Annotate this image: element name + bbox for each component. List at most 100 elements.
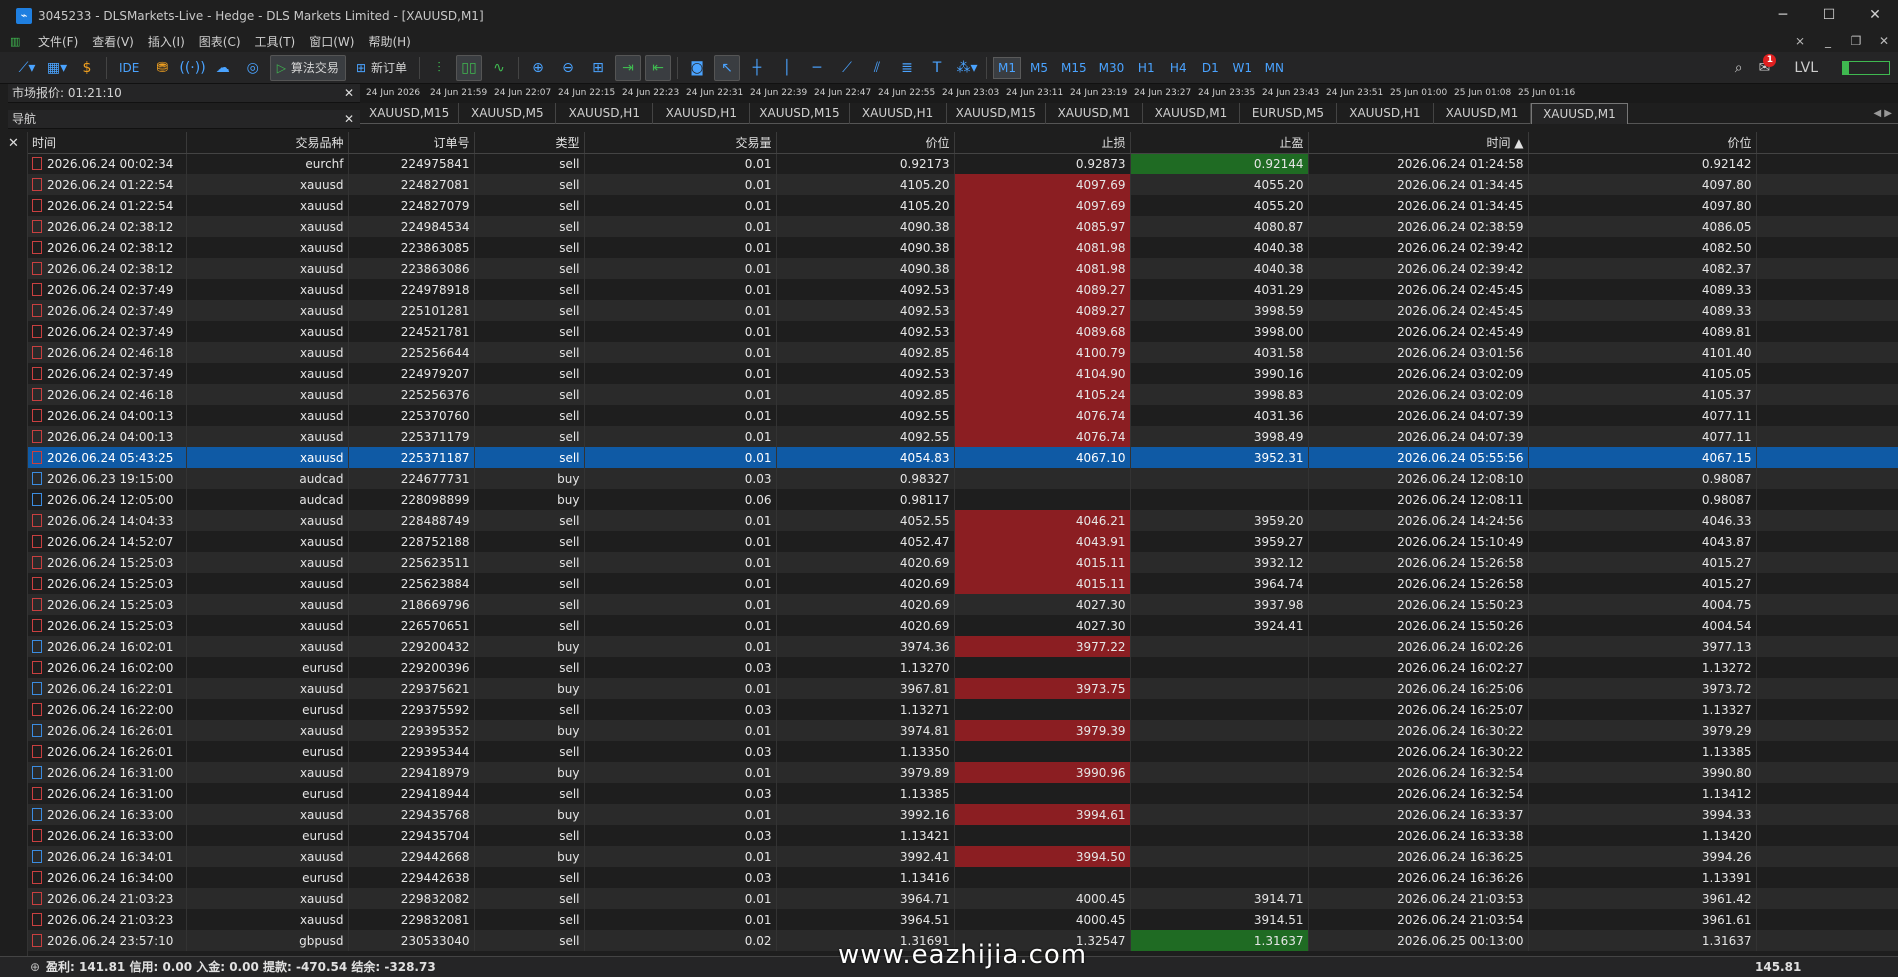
chart-tab[interactable]: XAUUSD,M1	[1046, 103, 1143, 124]
chart-tab[interactable]: EURUSD,M5	[1240, 103, 1337, 124]
chart-tab[interactable]: XAUUSD,M1	[1530, 103, 1628, 124]
chart-tab[interactable]: XAUUSD,M1	[1434, 103, 1531, 124]
chart-tab[interactable]: XAUUSD,M15	[750, 103, 850, 124]
timeframe-w1[interactable]: W1	[1228, 57, 1256, 79]
table-row[interactable]: 2026.06.24 12:05:00 audcad 228098899 buy 0.0…	[28, 489, 1898, 510]
bar-chart-icon[interactable]: ⫶	[426, 55, 452, 81]
table-row[interactable]: 2026.06.24 14:04:33 xauusd 228488749 sell 0.…	[28, 510, 1898, 531]
timeframe-h1[interactable]: H1	[1132, 57, 1160, 79]
shapes-icon[interactable]: ⁂▾	[954, 55, 980, 81]
search-icon[interactable]: ⌕	[1735, 60, 1743, 76]
pin-icon[interactable]: ⨯	[1786, 31, 1814, 52]
table-row[interactable]: 2026.06.24 02:37:49 xauusd 224979207 sell 0.…	[28, 363, 1898, 384]
col-close-time[interactable]: 时间 ▲	[1308, 132, 1529, 154]
table-row[interactable]: 2026.06.24 02:37:49 xauusd 225101281 sell 0.…	[28, 300, 1898, 321]
line-graph-icon[interactable]: ∿	[486, 55, 512, 81]
table-row[interactable]: 2026.06.24 02:38:12 xauusd 223863085 sell 0.…	[28, 237, 1898, 258]
col-open-time[interactable]: 时间	[28, 132, 187, 154]
text-tool-icon[interactable]: T	[924, 55, 950, 81]
maximize-button[interactable]: ☐	[1806, 0, 1852, 31]
table-row[interactable]: 2026.06.24 16:33:00 xauusd 229435768 buy 0.0…	[28, 804, 1898, 825]
table-row[interactable]: 2026.06.24 02:38:12 xauusd 223863086 sell 0.…	[28, 258, 1898, 279]
vps-icon[interactable]: ◎	[240, 55, 266, 81]
col-stop-loss[interactable]: 止损	[954, 132, 1131, 154]
cloud-icon[interactable]: ☁	[210, 55, 236, 81]
notifications-icon[interactable]: ✉ 1	[1759, 54, 1777, 76]
chart-tab[interactable]: XAUUSD,H1	[850, 103, 947, 124]
chart-tab[interactable]: XAUUSD,M5	[459, 103, 557, 124]
mdi-restore-button[interactable]: ❐	[1842, 31, 1870, 52]
line-chart-icon[interactable]: ⟋▾	[14, 55, 40, 81]
table-row[interactable]: 2026.06.24 16:31:00 xauusd 229418979 buy 0.0…	[28, 762, 1898, 783]
table-row[interactable]: 2026.06.24 16:22:01 xauusd 229375621 buy 0.0…	[28, 678, 1898, 699]
table-row[interactable]: 2026.06.24 02:38:12 xauusd 224984534 sell 0.…	[28, 216, 1898, 237]
table-row[interactable]: 2026.06.24 04:00:13 xauusd 225370760 sell 0.…	[28, 405, 1898, 426]
algo-trading-button[interactable]: ▷ 算法交易	[269, 54, 346, 81]
timeframe-mn[interactable]: MN	[1260, 57, 1288, 79]
candle-chart-icon[interactable]: ▯▯	[456, 54, 483, 81]
close-market-watch-icon[interactable]: ✕	[344, 84, 354, 103]
table-row[interactable]: 2026.06.24 02:37:49 xauusd 224978918 sell 0.…	[28, 279, 1898, 300]
chart-tab[interactable]: XAUUSD,M15	[360, 103, 460, 124]
timeframe-m15[interactable]: M15	[1057, 57, 1091, 79]
table-row[interactable]: 2026.06.24 16:34:01 xauusd 229442668 buy 0.0…	[28, 846, 1898, 867]
timeframe-m30[interactable]: M30	[1095, 57, 1129, 79]
chart-tab[interactable]: XAUUSD,M15	[947, 103, 1046, 124]
timeframe-m1[interactable]: M1	[993, 56, 1022, 79]
table-row[interactable]: 2026.06.24 01:22:54 xauusd 224827081 sell 0.…	[28, 174, 1898, 195]
chart-tab[interactable]: XAUUSD,H1	[1337, 103, 1434, 124]
table-row[interactable]: 2026.06.24 04:00:13 xauusd 225371179 sell 0.…	[28, 426, 1898, 447]
table-row[interactable]: 2026.06.24 16:22:00 eurusd 229375592 sell 0.…	[28, 699, 1898, 720]
table-row[interactable]: 2026.06.24 16:02:01 xauusd 229200432 buy 0.0…	[28, 636, 1898, 657]
table-row[interactable]: 2026.06.24 21:03:23 xauusd 229832081 sell 0.…	[28, 909, 1898, 930]
trendline-icon[interactable]: ⟋	[834, 55, 860, 81]
menu-tools[interactable]: 工具(T)	[255, 33, 296, 50]
menu-file[interactable]: 文件(F)	[38, 33, 78, 50]
timeframe-m5[interactable]: M5	[1025, 57, 1053, 79]
table-row[interactable]: 2026.06.24 15:25:03 xauusd 225623884 sell 0.…	[28, 573, 1898, 594]
table-row[interactable]: 2026.06.24 21:03:23 xauusd 229832082 sell 0.…	[28, 888, 1898, 909]
zoom-in-icon[interactable]: ⊕	[525, 55, 551, 81]
table-row[interactable]: 2026.06.24 16:31:00 eurusd 229418944 sell 0.…	[28, 783, 1898, 804]
vertical-line-icon[interactable]: │	[774, 55, 800, 81]
table-row[interactable]: 2026.06.24 02:37:49 xauusd 224521781 sell 0.…	[28, 321, 1898, 342]
chart-shift-icon[interactable]: ⇤	[645, 54, 672, 81]
expand-icon[interactable]: ⊕	[30, 957, 40, 977]
table-row[interactable]: 2026.06.24 01:22:54 xauusd 224827079 sell 0.…	[28, 195, 1898, 216]
table-row[interactable]: 2026.06.24 00:02:34 eurchf 224975841 sell 0.…	[28, 153, 1898, 174]
ide-button[interactable]: IDE	[113, 55, 145, 81]
navigator-header[interactable]: 导航 ✕	[8, 110, 360, 129]
table-row[interactable]: 2026.06.24 15:25:03 xauusd 225623511 sell 0.…	[28, 552, 1898, 573]
menu-charts[interactable]: 图表(C)	[199, 33, 241, 50]
chart-tab[interactable]: XAUUSD,M1	[1143, 103, 1240, 124]
col-type[interactable]: 类型	[474, 132, 585, 154]
new-order-button[interactable]: ⊞ 新订单	[350, 55, 413, 81]
table-row[interactable]: 2026.06.24 16:33:00 eurusd 229435704 sell 0.…	[28, 825, 1898, 846]
table-row[interactable]: 2026.06.24 16:26:01 xauusd 229395352 buy 0.0…	[28, 720, 1898, 741]
table-row[interactable]: 2026.06.24 16:34:00 eurusd 229442638 sell 0.…	[28, 867, 1898, 888]
autoscroll-icon[interactable]: ⇥	[615, 54, 642, 81]
close-navigator-icon[interactable]: ✕	[344, 110, 354, 129]
market-watch-header[interactable]: 市场报价: 01:21:10 ✕	[8, 84, 360, 103]
table-row[interactable]: 2026.06.24 05:43:25 xauusd 225371187 sell 0.…	[28, 447, 1898, 468]
tile-windows-icon[interactable]: ⊞	[585, 55, 611, 81]
timeframe-d1[interactable]: D1	[1196, 57, 1224, 79]
chart-template-icon[interactable]: ▦▾	[44, 55, 70, 81]
table-row[interactable]: 2026.06.24 15:25:03 xauusd 226570651 sell 0.…	[28, 615, 1898, 636]
menu-insert[interactable]: 插入(I)	[148, 33, 185, 50]
col-volume[interactable]: 交易量	[584, 132, 777, 154]
close-window-button[interactable]: ✕	[1852, 0, 1898, 31]
cursor-icon[interactable]: ↖	[714, 54, 741, 81]
chart-tab[interactable]: XAUUSD,H1	[653, 103, 751, 124]
dollar-icon[interactable]: $	[74, 55, 100, 81]
table-row[interactable]: 2026.06.24 16:02:00 eurusd 229200396 sell 0.…	[28, 657, 1898, 678]
chart-tab[interactable]: XAUUSD,H1	[556, 103, 654, 124]
signal-icon[interactable]: ((·))	[179, 55, 205, 81]
mdi-close-button[interactable]: ✕	[1870, 31, 1898, 52]
table-row[interactable]: 2026.06.24 02:46:18 xauusd 225256644 sell 0.…	[28, 342, 1898, 363]
mdi-minimize-button[interactable]: _	[1814, 31, 1842, 52]
minimize-button[interactable]: ─	[1760, 0, 1806, 31]
menu-window[interactable]: 窗口(W)	[309, 33, 354, 50]
table-row[interactable]: 2026.06.24 02:46:18 xauusd 225256376 sell 0.…	[28, 384, 1898, 405]
menu-view[interactable]: 查看(V)	[92, 33, 134, 50]
